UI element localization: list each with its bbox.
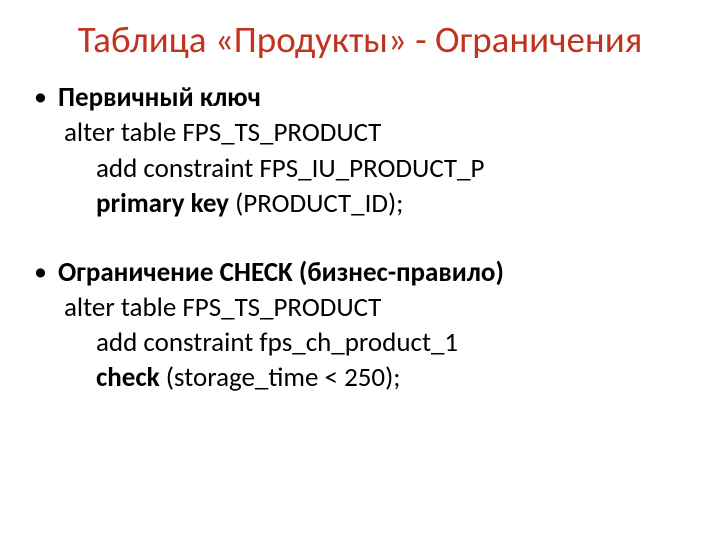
keyword: primary key	[96, 187, 229, 220]
bullet-item: Ограничение CHECK (бизнес-правило)	[34, 255, 686, 290]
slide-body: Первичный ключ alter table FPS_TS_PRODUC…	[34, 80, 686, 395]
bullet-item: Первичный ключ	[34, 80, 686, 115]
code-text: (PRODUCT_ID);	[229, 187, 403, 220]
code-line: alter table FPS_TS_PRODUCT	[34, 115, 686, 150]
code-line: check (storage_time < 250);	[34, 360, 686, 395]
code-line: add constraint FPS_IU_PRODUCT_P	[34, 151, 686, 186]
bullet-dot	[34, 255, 58, 289]
code-line: primary key (PRODUCT_ID);	[34, 186, 686, 221]
keyword: check	[96, 361, 160, 394]
bullet-dot	[34, 80, 58, 114]
spacer	[34, 221, 686, 255]
section-heading: Первичный ключ	[58, 80, 261, 115]
section-heading: Ограничение CHECK (бизнес-правило)	[58, 255, 504, 290]
code-line: alter table FPS_TS_PRODUCT	[34, 290, 686, 325]
code-text: (storage_time < 250);	[160, 361, 401, 394]
code-line: add constraint fps_ch_product_1	[34, 325, 686, 360]
slide-title: Таблица «Продукты» - Ограничения	[34, 18, 686, 62]
